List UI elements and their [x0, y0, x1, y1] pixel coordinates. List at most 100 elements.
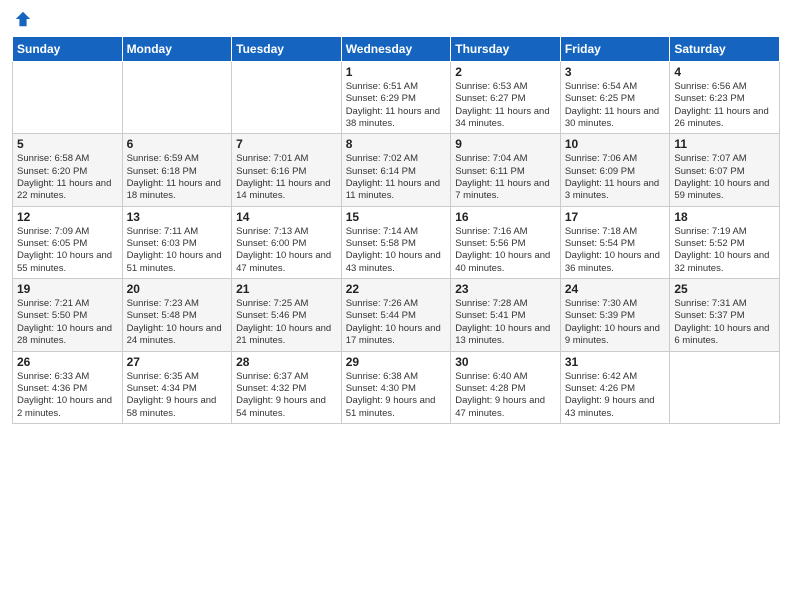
day-of-week-header: Friday	[560, 37, 670, 62]
day-detail: Sunrise: 6:42 AM Sunset: 4:26 PM Dayligh…	[565, 371, 666, 420]
day-number: 22	[346, 282, 447, 296]
day-number: 11	[674, 137, 775, 151]
header	[12, 10, 780, 28]
day-of-week-header: Monday	[122, 37, 232, 62]
calendar-cell: 25Sunrise: 7:31 AM Sunset: 5:37 PM Dayli…	[670, 279, 780, 351]
day-detail: Sunrise: 7:26 AM Sunset: 5:44 PM Dayligh…	[346, 298, 447, 347]
day-detail: Sunrise: 6:38 AM Sunset: 4:30 PM Dayligh…	[346, 371, 447, 420]
calendar-cell: 22 Sunrise: 7:26 AM Sunset: 5:44 PM Dayli…	[341, 279, 451, 351]
day-number: 2	[455, 65, 556, 79]
calendar-cell: 11 Sunrise: 7:07 AM Sunset: 6:07 PM Dayli…	[670, 134, 780, 206]
day-number: 20	[127, 282, 228, 296]
calendar-cell: 21 Sunrise: 7:25 AM Sunset: 5:46 PM Dayli…	[232, 279, 342, 351]
calendar-cell: 1 Sunrise: 6:51 AM Sunset: 6:29 PM Daylig…	[341, 62, 451, 134]
calendar-header-row: SundayMondayTuesdayWednesdayThursdayFrid…	[13, 37, 780, 62]
day-detail: Sunrise: 6:53 AM Sunset: 6:27 PM Dayligh…	[455, 81, 556, 130]
logo-icon	[14, 10, 32, 28]
calendar-cell: 29 Sunrise: 6:38 AM Sunset: 4:30 PM Dayli…	[341, 351, 451, 423]
day-detail: Sunrise: 7:14 AM Sunset: 5:58 PM Dayligh…	[346, 226, 447, 275]
calendar-cell	[232, 62, 342, 134]
calendar-cell	[13, 62, 123, 134]
day-number: 3	[565, 65, 666, 79]
calendar-cell: 17 Sunrise: 7:18 AM Sunset: 5:54 PM Dayli…	[560, 206, 670, 278]
day-detail: Sunrise: 7:18 AM Sunset: 5:54 PM Dayligh…	[565, 226, 666, 275]
day-detail: Sunrise: 6:56 AM Sunset: 6:23 PM Dayligh…	[674, 81, 775, 130]
day-number: 1	[346, 65, 447, 79]
day-detail: Sunrise: 7:07 AM Sunset: 6:07 PM Dayligh…	[674, 153, 775, 202]
day-detail: Sunrise: 6:58 AM Sunset: 6:20 PM Dayligh…	[17, 153, 118, 202]
day-number: 24	[565, 282, 666, 296]
calendar-week-row: 5 Sunrise: 6:58 AM Sunset: 6:20 PM Daylig…	[13, 134, 780, 206]
page-container: SundayMondayTuesdayWednesdayThursdayFrid…	[0, 0, 792, 434]
day-number: 31	[565, 355, 666, 369]
day-number: 27	[127, 355, 228, 369]
calendar-week-row: 26Sunrise: 6:33 AM Sunset: 4:36 PM Dayli…	[13, 351, 780, 423]
calendar-cell: 14 Sunrise: 7:13 AM Sunset: 6:00 PM Dayli…	[232, 206, 342, 278]
day-number: 5	[17, 137, 118, 151]
calendar-week-row: 19 Sunrise: 7:21 AM Sunset: 5:50 PM Dayli…	[13, 279, 780, 351]
day-detail: Sunrise: 6:33 AM Sunset: 4:36 PM Dayligh…	[17, 371, 118, 420]
day-number: 25	[674, 282, 775, 296]
calendar-cell: 3 Sunrise: 6:54 AM Sunset: 6:25 PM Daylig…	[560, 62, 670, 134]
day-detail: Sunrise: 7:16 AM Sunset: 5:56 PM Dayligh…	[455, 226, 556, 275]
day-of-week-header: Sunday	[13, 37, 123, 62]
day-number: 19	[17, 282, 118, 296]
day-detail: Sunrise: 7:09 AM Sunset: 6:05 PM Dayligh…	[17, 226, 118, 275]
day-number: 6	[127, 137, 228, 151]
calendar-cell: 13 Sunrise: 7:11 AM Sunset: 6:03 PM Dayli…	[122, 206, 232, 278]
day-number: 21	[236, 282, 337, 296]
calendar-cell: 16 Sunrise: 7:16 AM Sunset: 5:56 PM Dayli…	[451, 206, 561, 278]
day-of-week-header: Saturday	[670, 37, 780, 62]
calendar-cell: 4 Sunrise: 6:56 AM Sunset: 6:23 PM Daylig…	[670, 62, 780, 134]
day-number: 30	[455, 355, 556, 369]
day-number: 18	[674, 210, 775, 224]
day-detail: Sunrise: 7:13 AM Sunset: 6:00 PM Dayligh…	[236, 226, 337, 275]
calendar-cell: 26Sunrise: 6:33 AM Sunset: 4:36 PM Dayli…	[13, 351, 123, 423]
day-detail: Sunrise: 7:02 AM Sunset: 6:14 PM Dayligh…	[346, 153, 447, 202]
calendar-cell: 19 Sunrise: 7:21 AM Sunset: 5:50 PM Dayli…	[13, 279, 123, 351]
day-of-week-header: Wednesday	[341, 37, 451, 62]
calendar-cell: 15 Sunrise: 7:14 AM Sunset: 5:58 PM Dayli…	[341, 206, 451, 278]
day-detail: Sunrise: 7:11 AM Sunset: 6:03 PM Dayligh…	[127, 226, 228, 275]
day-detail: Sunrise: 7:23 AM Sunset: 5:48 PM Dayligh…	[127, 298, 228, 347]
day-detail: Sunrise: 7:25 AM Sunset: 5:46 PM Dayligh…	[236, 298, 337, 347]
day-number: 13	[127, 210, 228, 224]
calendar-cell: 7 Sunrise: 7:01 AM Sunset: 6:16 PM Daylig…	[232, 134, 342, 206]
day-detail: Sunrise: 6:51 AM Sunset: 6:29 PM Dayligh…	[346, 81, 447, 130]
calendar-week-row: 1 Sunrise: 6:51 AM Sunset: 6:29 PM Daylig…	[13, 62, 780, 134]
day-detail: Sunrise: 6:37 AM Sunset: 4:32 PM Dayligh…	[236, 371, 337, 420]
day-number: 12	[17, 210, 118, 224]
day-detail: Sunrise: 7:21 AM Sunset: 5:50 PM Dayligh…	[17, 298, 118, 347]
day-detail: Sunrise: 7:30 AM Sunset: 5:39 PM Dayligh…	[565, 298, 666, 347]
calendar-cell: 8 Sunrise: 7:02 AM Sunset: 6:14 PM Daylig…	[341, 134, 451, 206]
day-of-week-header: Tuesday	[232, 37, 342, 62]
day-number: 17	[565, 210, 666, 224]
day-detail: Sunrise: 7:06 AM Sunset: 6:09 PM Dayligh…	[565, 153, 666, 202]
calendar-table: SundayMondayTuesdayWednesdayThursdayFrid…	[12, 36, 780, 424]
day-detail: Sunrise: 7:19 AM Sunset: 5:52 PM Dayligh…	[674, 226, 775, 275]
logo	[12, 10, 32, 28]
day-number: 10	[565, 137, 666, 151]
day-number: 23	[455, 282, 556, 296]
day-detail: Sunrise: 7:04 AM Sunset: 6:11 PM Dayligh…	[455, 153, 556, 202]
day-detail: Sunrise: 7:01 AM Sunset: 6:16 PM Dayligh…	[236, 153, 337, 202]
day-number: 7	[236, 137, 337, 151]
day-detail: Sunrise: 7:28 AM Sunset: 5:41 PM Dayligh…	[455, 298, 556, 347]
calendar-cell: 23 Sunrise: 7:28 AM Sunset: 5:41 PM Dayli…	[451, 279, 561, 351]
day-number: 4	[674, 65, 775, 79]
day-number: 29	[346, 355, 447, 369]
day-number: 16	[455, 210, 556, 224]
calendar-cell: 30 Sunrise: 6:40 AM Sunset: 4:28 PM Dayli…	[451, 351, 561, 423]
calendar-cell: 18 Sunrise: 7:19 AM Sunset: 5:52 PM Dayli…	[670, 206, 780, 278]
day-number: 8	[346, 137, 447, 151]
calendar-cell: 28Sunrise: 6:37 AM Sunset: 4:32 PM Dayli…	[232, 351, 342, 423]
day-detail: Sunrise: 6:54 AM Sunset: 6:25 PM Dayligh…	[565, 81, 666, 130]
day-number: 14	[236, 210, 337, 224]
calendar-cell: 9Sunrise: 7:04 AM Sunset: 6:11 PM Daylig…	[451, 134, 561, 206]
day-number: 15	[346, 210, 447, 224]
day-detail: Sunrise: 6:35 AM Sunset: 4:34 PM Dayligh…	[127, 371, 228, 420]
day-detail: Sunrise: 6:59 AM Sunset: 6:18 PM Dayligh…	[127, 153, 228, 202]
calendar-cell	[122, 62, 232, 134]
day-of-week-header: Thursday	[451, 37, 561, 62]
day-detail: Sunrise: 6:40 AM Sunset: 4:28 PM Dayligh…	[455, 371, 556, 420]
